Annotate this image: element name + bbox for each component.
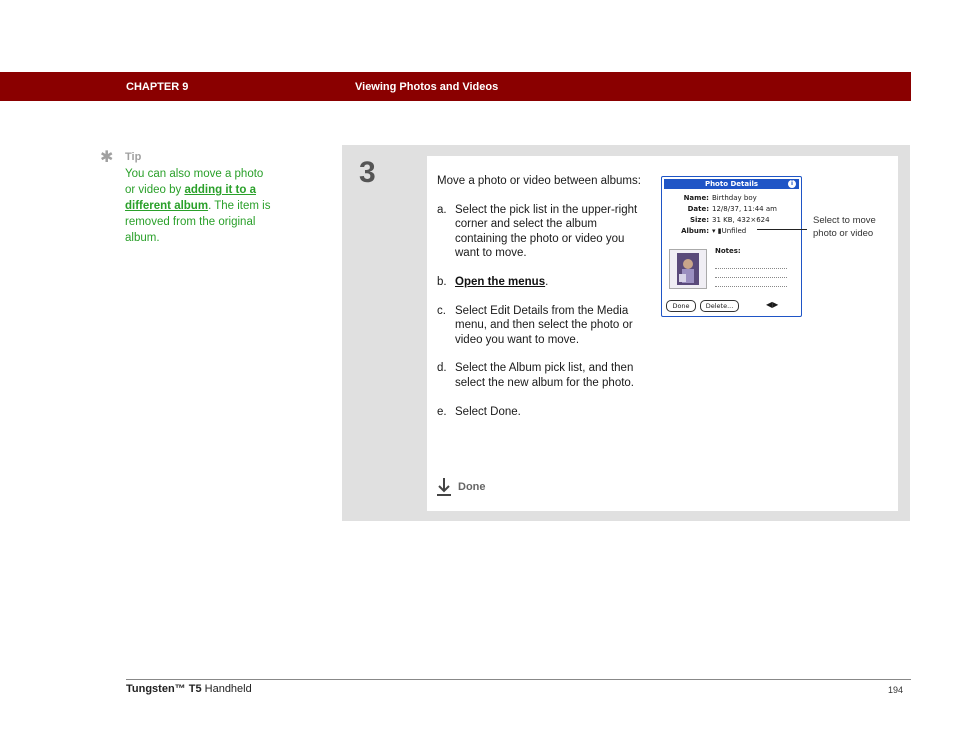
step-item-e: e. Select Done.	[437, 405, 642, 420]
page-number: 194	[888, 685, 904, 695]
device-delete-button[interactable]: Delete...	[700, 300, 739, 312]
date-value: 12/8/37, 11:44 am	[712, 205, 777, 213]
chapter-label: CHAPTER 9	[126, 81, 189, 93]
footer-product: Tungsten™ T5 Handheld	[126, 683, 252, 695]
step-text: Select the pick list in the upper-right …	[455, 203, 638, 260]
info-icon[interactable]: i	[788, 180, 796, 188]
album-label: Album:	[681, 227, 709, 235]
date-label: Date:	[687, 205, 709, 213]
down-arrow-icon	[437, 478, 451, 496]
size-value: 31 KB, 432×624	[712, 216, 770, 224]
photo-image	[670, 250, 706, 288]
palm-screenshot: Photo Details i Name: Birthday boy Date:…	[661, 176, 802, 317]
size-label: Size:	[689, 216, 709, 224]
step-suffix: .	[545, 275, 549, 288]
step-intro: Move a photo or video between albums:	[437, 175, 641, 187]
tip-body: You can also move a photo or video by ad…	[125, 166, 275, 246]
photo-thumbnail	[669, 249, 707, 289]
chapter-header-bar: CHAPTER 9 Viewing Photos and Videos	[0, 72, 911, 101]
note-line	[715, 277, 787, 278]
step-text: Select Done.	[455, 405, 521, 418]
step-item-b: b. Open the menus.	[437, 275, 642, 290]
album-picklist[interactable]: ▾ ▮Unfiled	[712, 227, 746, 235]
step-letter: b.	[437, 275, 447, 288]
name-label: Name:	[683, 194, 709, 202]
note-line	[715, 268, 787, 269]
step-item-c: c. Select Edit Details from the Media me…	[437, 304, 642, 348]
device-title: Photo Details	[704, 180, 759, 188]
footer-divider	[126, 679, 911, 680]
step-letter: a.	[437, 203, 447, 216]
footer-product-suffix: Handheld	[201, 683, 252, 695]
section-title: Viewing Photos and Videos	[355, 81, 499, 93]
asterisk-icon: ✱	[100, 149, 114, 166]
step-item-a: a. Select the pick list in the upper-rig…	[437, 203, 642, 261]
step-text: Select Edit Details from the Media menu,…	[455, 304, 633, 346]
step-number: 3	[359, 156, 376, 189]
step-letter: e.	[437, 405, 447, 418]
step-item-d: d. Select the Album pick list, and then …	[437, 361, 642, 390]
device-done-button[interactable]: Done	[666, 300, 696, 312]
done-label: Done	[458, 481, 486, 493]
instructions: Move a photo or video between albums: a.…	[437, 174, 642, 433]
callout-leader-line	[757, 229, 807, 230]
scroll-arrows-icon[interactable]: ◀▶	[766, 300, 778, 310]
step-text: Open the menus.	[455, 275, 642, 290]
name-value: Birthday boy	[712, 194, 757, 202]
open-menus-link[interactable]: Open the menus	[455, 276, 545, 288]
step-letter: d.	[437, 362, 447, 375]
note-line	[715, 286, 787, 287]
tip-label: Tip	[125, 151, 142, 163]
notes-label: Notes:	[715, 247, 741, 255]
footer-product-name: Tungsten™ T5	[126, 683, 202, 695]
device-title-bar: Photo Details i	[664, 179, 799, 189]
callout-text: Select to move photo or video	[813, 215, 876, 239]
step-letter: c.	[437, 304, 446, 317]
step-text: Select the Album pick list, and then sel…	[455, 362, 634, 389]
